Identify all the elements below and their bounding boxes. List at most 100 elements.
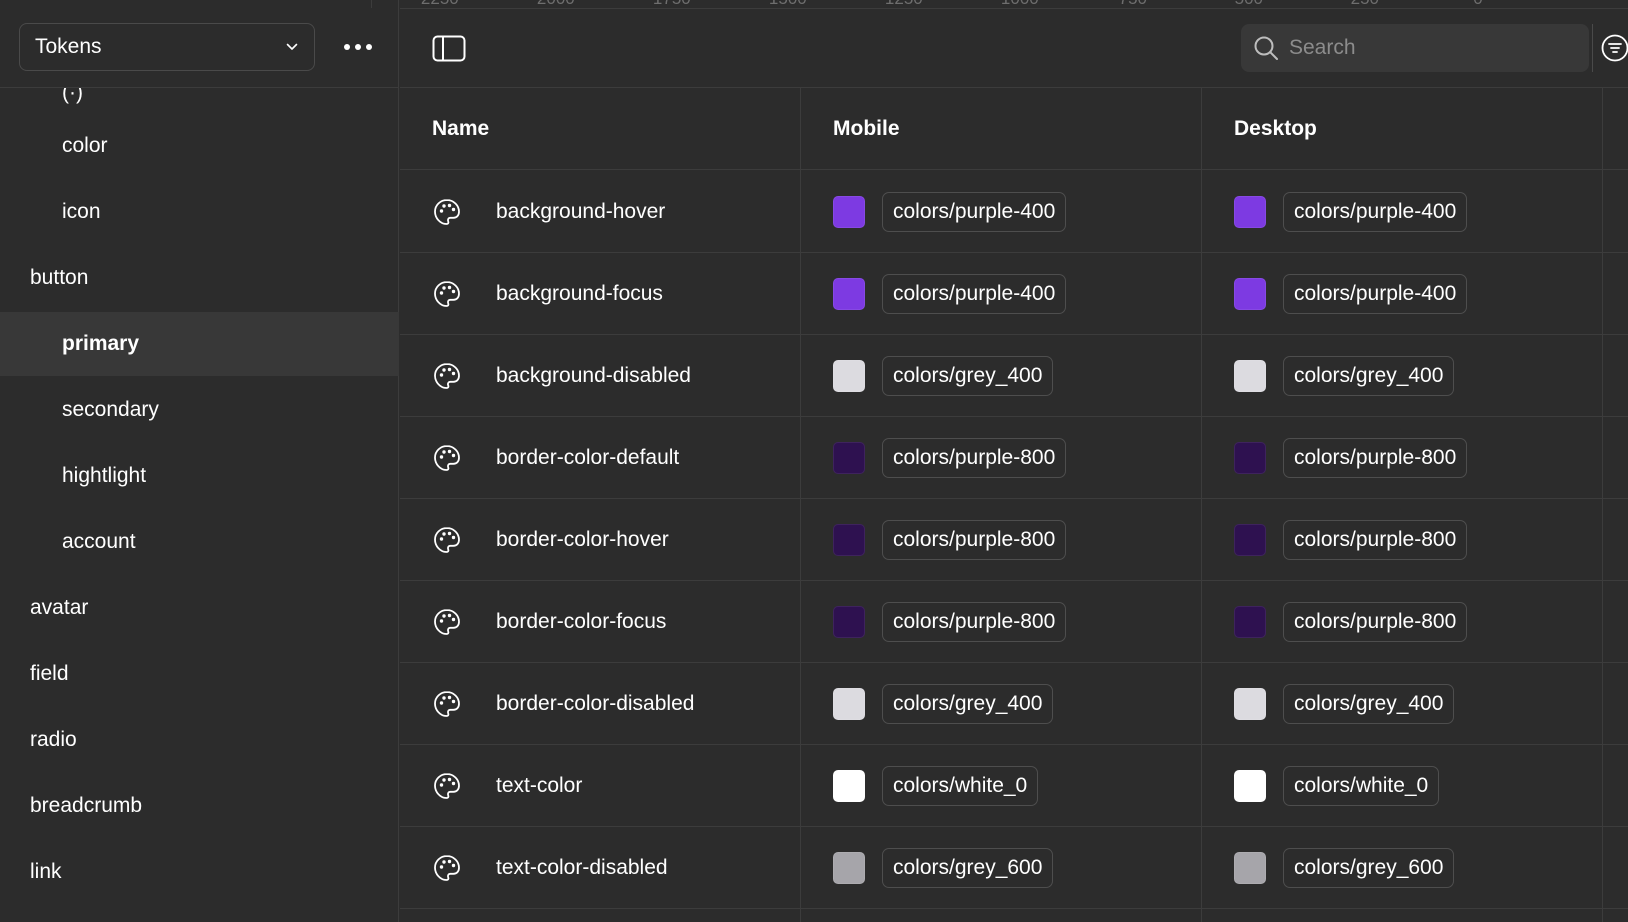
alias-pill[interactable]: colors/purple-800 xyxy=(882,438,1067,478)
tree-item-label: icon xyxy=(62,200,101,223)
tree-item-hightlight[interactable]: hightlight xyxy=(0,444,399,508)
tree-item-breadcrumb[interactable]: breadcrumb xyxy=(0,774,399,838)
tree-item-label: button xyxy=(30,266,89,289)
token-name[interactable]: background-disabled xyxy=(496,364,691,388)
color-swatch[interactable] xyxy=(833,442,865,474)
alias-pill[interactable]: colors/purple-800 xyxy=(882,520,1067,560)
color-swatch[interactable] xyxy=(833,196,865,228)
desktop-value-cell: colors/purple-800 xyxy=(1234,417,1468,499)
color-swatch[interactable] xyxy=(1234,524,1266,556)
tree-item-color[interactable]: color xyxy=(0,114,399,178)
collection-dropdown[interactable]: Tokens xyxy=(19,23,315,71)
dot-icon xyxy=(344,44,350,50)
color-swatch[interactable] xyxy=(833,524,865,556)
token-name[interactable]: border-color-default xyxy=(496,446,679,470)
token-name[interactable]: border-color-focus xyxy=(496,610,666,634)
tree-item-label: hightlight xyxy=(62,464,147,487)
tree-item-link[interactable]: link xyxy=(0,840,399,904)
search-input[interactable] xyxy=(1289,36,1569,60)
tree-item-primary[interactable]: primary xyxy=(0,312,399,376)
table-row[interactable]: border-color-disabled colors/grey_400 colo… xyxy=(400,663,1628,745)
token-name[interactable]: border-color-hover xyxy=(496,528,669,552)
alias-pill[interactable]: colors/purple-400 xyxy=(882,192,1067,232)
color-swatch[interactable] xyxy=(833,606,865,638)
alias-pill[interactable]: colors/purple-400 xyxy=(1283,192,1468,232)
token-name[interactable]: text-color-disabled xyxy=(496,856,668,880)
color-swatch[interactable] xyxy=(833,360,865,392)
alias-pill[interactable]: colors/purple-800 xyxy=(1283,602,1468,642)
color-swatch[interactable] xyxy=(1234,606,1266,638)
color-swatch[interactable] xyxy=(1234,442,1266,474)
color-swatch[interactable] xyxy=(1234,278,1266,310)
name-cell: border-color-disabled xyxy=(432,663,694,745)
table-row[interactable]: border-color-default colors/purple-800 col… xyxy=(400,417,1628,499)
alias-pill[interactable]: colors/grey_400 xyxy=(882,684,1054,724)
alias-pill[interactable]: colors/purple-800 xyxy=(1283,438,1468,478)
name-cell: background-disabled xyxy=(432,335,691,417)
alias-pill[interactable]: colors/grey_400 xyxy=(1283,684,1455,724)
alias-pill[interactable]: colors/grey_600 xyxy=(1283,848,1455,888)
color-swatch[interactable] xyxy=(1234,196,1266,228)
tree-item-field[interactable]: field xyxy=(0,642,399,706)
token-name[interactable]: text-color xyxy=(496,774,582,798)
table-row[interactable]: text-color-disabled colors/grey_600 colors… xyxy=(400,827,1628,909)
tree-item-icon[interactable]: icon xyxy=(0,180,399,244)
color-swatch[interactable] xyxy=(1234,770,1266,802)
name-cell: background-focus xyxy=(432,253,663,335)
tree-item-label: color xyxy=(62,134,108,157)
alias-pill[interactable]: colors/purple-800 xyxy=(1283,520,1468,560)
table-row[interactable]: background-focus colors/purple-400 colors/… xyxy=(400,253,1628,335)
token-name[interactable]: border-color-disabled xyxy=(496,692,694,716)
alias-pill[interactable]: colors/grey_400 xyxy=(1283,356,1455,396)
table-row[interactable]: text-color colors/white_0 colors/white_0 xyxy=(400,745,1628,827)
alias-pill[interactable]: colors/white_0 xyxy=(1283,766,1440,806)
alias-pill[interactable]: colors/purple-800 xyxy=(882,602,1067,642)
tree-item-button[interactable]: button xyxy=(0,246,399,310)
column-header-name[interactable]: Name xyxy=(432,88,489,170)
ruler-label: -1250 xyxy=(879,0,922,8)
collections-sidebar: Tokens (·) color icon button primary seconda… xyxy=(0,0,399,922)
color-swatch[interactable] xyxy=(1234,852,1266,884)
palette-icon xyxy=(432,771,462,801)
table-row[interactable]: border-color-focus colors/purple-800 color… xyxy=(400,581,1628,663)
color-swatch[interactable] xyxy=(1234,360,1266,392)
color-swatch[interactable] xyxy=(1234,688,1266,720)
color-swatch[interactable] xyxy=(833,770,865,802)
color-swatch[interactable] xyxy=(833,688,865,720)
token-name[interactable]: background-hover xyxy=(496,200,665,224)
tree-item-label: link xyxy=(30,860,62,883)
alias-pill[interactable]: colors/purple-400 xyxy=(882,274,1067,314)
search-field[interactable] xyxy=(1241,24,1589,72)
token-name[interactable]: background-focus xyxy=(496,282,663,306)
table-header: Name Mobile Desktop xyxy=(400,88,1628,170)
tree-item-radio[interactable]: radio xyxy=(0,708,399,772)
ruler-label: -250 xyxy=(1345,0,1379,8)
alias-pill[interactable]: colors/white_0 xyxy=(882,766,1039,806)
column-header-desktop[interactable]: Desktop xyxy=(1234,88,1317,170)
tree-item-account[interactable]: account xyxy=(0,510,399,574)
desktop-value-cell: colors/purple-800 xyxy=(1234,499,1468,581)
palette-icon xyxy=(432,689,462,719)
ruler-label: -1000 xyxy=(995,0,1038,8)
color-swatch[interactable] xyxy=(833,278,865,310)
tree-item-avatar[interactable]: avatar xyxy=(0,576,399,640)
tree-item-label: account xyxy=(62,530,136,553)
alias-pill[interactable]: colors/grey_600 xyxy=(882,848,1054,888)
column-header-mobile[interactable]: Mobile xyxy=(833,88,900,170)
alias-pill[interactable]: colors/purple-400 xyxy=(1283,274,1468,314)
table-row[interactable]: background-hover colors/purple-400 colors/… xyxy=(400,171,1628,253)
ruler-tick xyxy=(371,0,372,8)
color-swatch[interactable] xyxy=(833,852,865,884)
palette-icon xyxy=(432,361,462,391)
ruler-label: -750 xyxy=(1113,0,1147,8)
sidebar-toggle-icon[interactable] xyxy=(432,35,466,62)
filter-icon[interactable] xyxy=(1600,33,1628,63)
tree-item-label: secondary xyxy=(62,398,159,421)
palette-icon xyxy=(432,853,462,883)
table-row[interactable]: border-color-hover colors/purple-800 color… xyxy=(400,499,1628,581)
alias-pill[interactable]: colors/grey_400 xyxy=(882,356,1054,396)
mobile-value-cell: colors/white_0 xyxy=(833,745,1039,827)
tree-item-secondary[interactable]: secondary xyxy=(0,378,399,442)
more-options-button[interactable] xyxy=(338,34,378,60)
table-row[interactable]: background-disabled colors/grey_400 colors… xyxy=(400,335,1628,417)
